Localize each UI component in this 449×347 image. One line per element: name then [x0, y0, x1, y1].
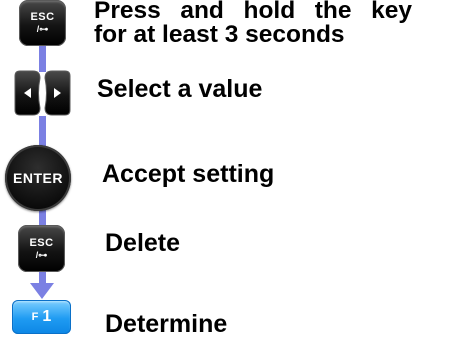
step-3-text: Accept setting: [102, 160, 275, 188]
key-lock-icon: /⊶: [35, 249, 48, 260]
f1-key: F 1: [12, 300, 71, 334]
enter-key: ENTER: [5, 145, 71, 211]
f1-key-prefix: F: [31, 311, 39, 323]
key-lock-icon: /⊶: [36, 24, 49, 34]
step-1-text-line-2: for at least 3 seconds: [94, 21, 345, 48]
step-5-text: Determine: [105, 310, 228, 338]
f1-key-number: 1: [42, 308, 52, 325]
left-right-arrow-keys: [14, 70, 71, 116]
esc-key-step-1: ESC /⊶: [19, 0, 66, 46]
esc-key-step-4: ESC /⊶: [18, 225, 65, 272]
left-arrow-key: [14, 70, 41, 116]
right-arrow-key: [44, 70, 71, 116]
enter-key-label: ENTER: [13, 170, 63, 186]
step-2-text: Select a value: [97, 75, 263, 103]
step-1-text-line-1: Press and hold the key: [94, 0, 412, 24]
esc-key-label: ESC: [30, 11, 55, 23]
step-1-text: Press and hold the key for at least 3 se…: [94, 0, 412, 47]
esc-key-label: ESC: [29, 236, 54, 249]
procedure-diagram: ESC /⊶ Press and hold the key for at lea…: [0, 0, 449, 347]
step-4-text: Delete: [105, 229, 181, 257]
connector-line-2: [39, 116, 46, 146]
connector-arrow-head: [30, 283, 54, 299]
